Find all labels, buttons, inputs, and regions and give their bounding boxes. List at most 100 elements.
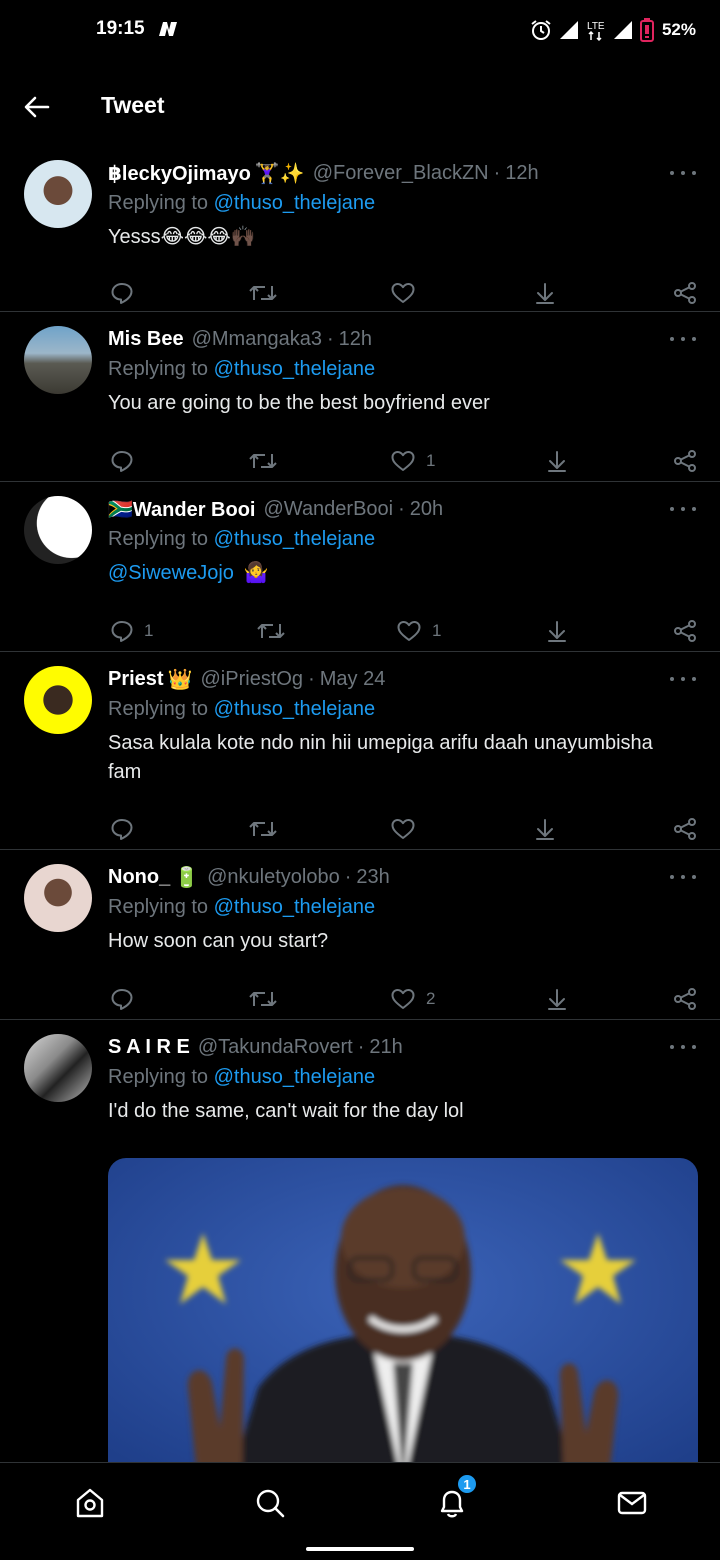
retweet-button[interactable] <box>248 446 278 476</box>
reply-icon <box>110 281 134 305</box>
like-button[interactable]: 1 <box>390 446 435 476</box>
tweet-reply[interactable]: Priest 👑 @iPriestOg · May 24 Replying to @thu… <box>0 652 720 850</box>
tweet-time[interactable]: 20h <box>410 498 443 521</box>
reply-icon <box>110 987 134 1011</box>
lte-icon: LTE <box>587 21 605 42</box>
user-handle[interactable]: @nkuletyolobo <box>207 866 340 889</box>
retweet-button[interactable] <box>256 616 286 646</box>
more-options-icon[interactable] <box>670 166 696 180</box>
more-options-icon[interactable] <box>670 672 696 686</box>
share-button[interactable] <box>673 446 697 476</box>
retweet-icon <box>256 619 286 643</box>
nav-home-button[interactable] <box>68 1481 112 1525</box>
retweet-button[interactable] <box>248 278 278 308</box>
tweet-time[interactable]: 23h <box>356 866 389 889</box>
name-emoji: 👑 <box>167 668 193 691</box>
tweet-header: Priest 👑 @iPriestOg · May 24 <box>108 666 385 692</box>
replying-to-label: Replying to <box>108 698 214 720</box>
tweet-actions <box>108 814 698 844</box>
tweet-time[interactable]: 12h <box>505 162 538 185</box>
more-options-icon[interactable] <box>670 332 696 346</box>
nav-notifications-button[interactable]: 1 <box>430 1473 478 1525</box>
reply-icon <box>110 817 134 841</box>
tweet-time[interactable]: 12h <box>339 328 372 351</box>
retweet-button[interactable] <box>248 984 278 1014</box>
user-handle[interactable]: @Mmangaka3 <box>192 328 322 351</box>
display-name[interactable]: Priest <box>108 668 164 691</box>
battery-percent: 52% <box>661 20 696 39</box>
tweet-text: You are going to be the best boyfriend e… <box>108 389 688 418</box>
more-options-icon[interactable] <box>670 1040 696 1054</box>
display-name[interactable]: ฿leckyOjimayo <box>108 161 251 186</box>
save-button[interactable] <box>545 984 569 1014</box>
status-bar: 19:15 LTE 52% <box>0 0 720 60</box>
like-button[interactable] <box>390 278 416 308</box>
save-button[interactable] <box>533 278 557 308</box>
save-button[interactable] <box>533 814 557 844</box>
save-button[interactable] <box>545 616 569 646</box>
display-name[interactable]: Mis Bee <box>108 328 184 351</box>
share-button[interactable] <box>673 616 697 646</box>
reply-count: 1 <box>144 621 154 640</box>
avatar[interactable] <box>24 160 92 228</box>
download-icon <box>545 987 569 1011</box>
avatar[interactable] <box>24 864 92 932</box>
tweet-reply[interactable]: Mis Bee @Mmangaka3 · 12h Replying to @thuso_… <box>0 312 720 482</box>
reply-button[interactable]: 1 <box>110 616 153 646</box>
tweet-time[interactable]: 21h <box>369 1036 402 1059</box>
user-handle[interactable]: @iPriestOg <box>201 668 304 691</box>
replying-to-mention[interactable]: @thuso_thelejane <box>214 698 376 720</box>
tweet-media-image[interactable] <box>108 1158 698 1488</box>
heart-icon <box>390 281 416 305</box>
share-button[interactable] <box>673 984 697 1014</box>
share-button[interactable] <box>673 278 697 308</box>
heart-icon <box>390 817 416 841</box>
nav-messages-button[interactable] <box>610 1481 654 1525</box>
more-options-icon[interactable] <box>670 502 696 516</box>
like-button[interactable]: 2 <box>390 984 435 1014</box>
tweet-time[interactable]: May 24 <box>320 668 386 691</box>
status-time: 19:15 <box>96 18 145 39</box>
battery-icon <box>639 18 654 42</box>
replying-to: Replying to @thuso_thelejane <box>108 698 375 721</box>
reply-button[interactable] <box>110 278 134 308</box>
avatar[interactable] <box>24 1034 92 1102</box>
like-count: 1 <box>426 451 436 470</box>
tweet-header: Nono_ 🔋 @nkuletyolobo · 23h <box>108 864 390 890</box>
display-name[interactable]: 🇿🇦Wander Booi <box>108 497 256 522</box>
user-handle[interactable]: @TakundaRovert <box>198 1036 353 1059</box>
like-button[interactable]: 1 <box>396 616 441 646</box>
replying-to-mention[interactable]: @thuso_thelejane <box>214 192 376 214</box>
more-options-icon[interactable] <box>670 870 696 884</box>
replying-to-mention[interactable]: @thuso_thelejane <box>214 528 376 550</box>
replying-to-mention[interactable]: @thuso_thelejane <box>214 358 376 380</box>
user-handle[interactable]: @Forever_BlackZN <box>313 162 489 185</box>
reply-button[interactable] <box>110 446 134 476</box>
replying-to-mention[interactable]: @thuso_thelejane <box>214 1066 376 1088</box>
retweet-button[interactable] <box>248 814 278 844</box>
avatar[interactable] <box>24 666 92 734</box>
save-button[interactable] <box>545 446 569 476</box>
reply-button[interactable] <box>110 984 134 1014</box>
display-name[interactable]: Nono_ <box>108 866 170 889</box>
share-icon <box>673 449 697 473</box>
replying-to-mention[interactable]: @thuso_thelejane <box>214 896 376 918</box>
share-icon <box>673 987 697 1011</box>
display-name[interactable]: S A I R E <box>108 1036 190 1059</box>
download-icon <box>533 817 557 841</box>
avatar[interactable] <box>24 326 92 394</box>
signal-icon <box>559 21 578 39</box>
nav-search-button[interactable] <box>248 1481 292 1525</box>
tweet-reply[interactable]: ฿leckyOjimayo 🏋️‍♀️✨ @Forever_BlackZN · 12h R… <box>0 146 720 312</box>
avatar[interactable] <box>24 496 92 564</box>
reply-button[interactable] <box>110 814 134 844</box>
back-button[interactable] <box>20 90 54 124</box>
share-button[interactable] <box>673 814 697 844</box>
tweet-text-content[interactable]: @SiwewеJojo <box>108 562 234 584</box>
tweet-reply[interactable]: Nono_ 🔋 @nkuletyolobo · 23h Replying to @thus… <box>0 850 720 1020</box>
gesture-home-indicator[interactable] <box>306 1547 414 1551</box>
like-button[interactable] <box>390 814 416 844</box>
user-handle[interactable]: @WanderBooi <box>264 498 394 521</box>
tweet-reply[interactable]: 🇿🇦Wander Booi @WanderBooi · 20h Replying to … <box>0 482 720 652</box>
tweet-reply[interactable]: S A I R E @TakundaRovert · 21h Replying to @… <box>0 1020 720 1488</box>
